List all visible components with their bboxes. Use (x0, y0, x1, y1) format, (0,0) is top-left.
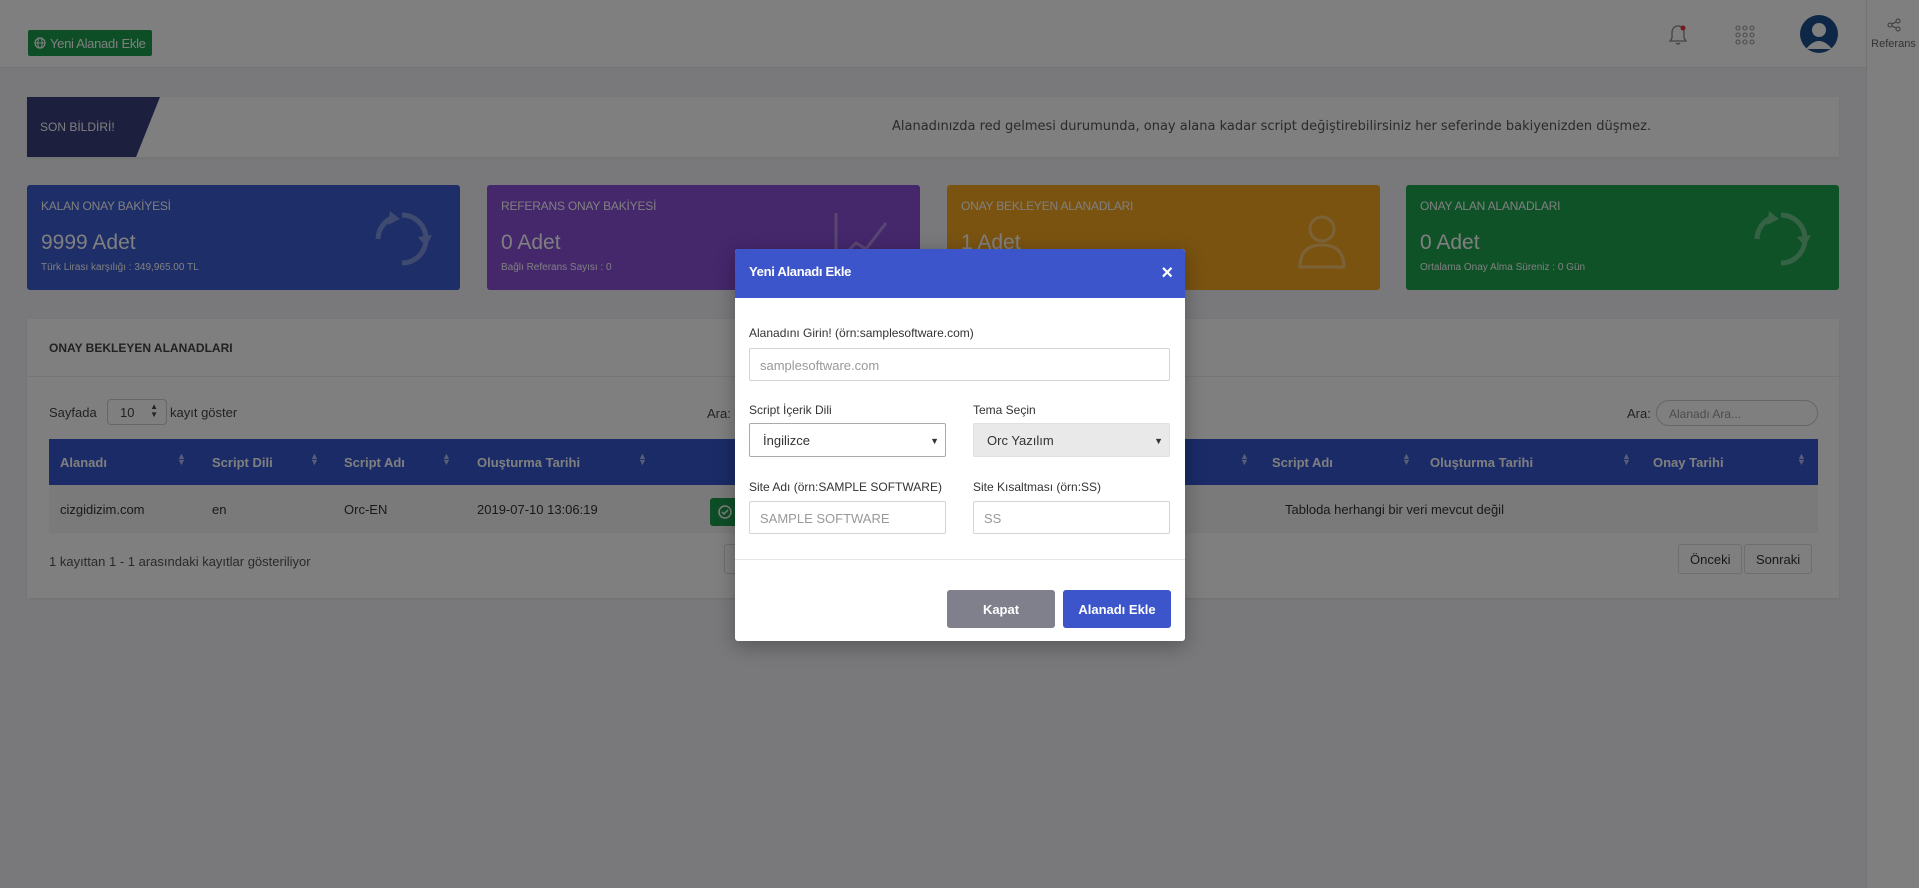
modal-header: Yeni Alanadı Ekle × (735, 249, 1185, 298)
site-abbr-label: Site Kısaltması (örn:SS) (973, 480, 1102, 494)
site-name-label: Site Adı (örn:SAMPLE SOFTWARE) (749, 480, 942, 494)
script-language-label: Script İçerik Dili (749, 403, 832, 417)
script-language-select[interactable]: İngilizce ▼ (749, 423, 946, 457)
domain-label: Alanadını Girin! (örn:samplesoftware.com… (749, 326, 974, 340)
site-abbr-input[interactable]: SS (973, 501, 1170, 534)
caret-down-icon: ▼ (930, 436, 939, 446)
close-button[interactable]: Kapat (947, 590, 1055, 628)
script-language-value: İngilizce (763, 433, 810, 448)
caret-down-icon: ▼ (1154, 436, 1163, 446)
add-domain-submit-button[interactable]: Alanadı Ekle (1063, 590, 1171, 628)
domain-input[interactable]: samplesoftware.com (749, 348, 1170, 381)
modal-title: Yeni Alanadı Ekle (749, 264, 852, 279)
theme-select[interactable]: Orc Yazılım ▼ (973, 423, 1170, 457)
modal-divider (735, 559, 1185, 560)
add-domain-modal: Yeni Alanadı Ekle × Alanadını Girin! (ör… (735, 249, 1185, 641)
site-name-input[interactable]: SAMPLE SOFTWARE (749, 501, 946, 534)
theme-label: Tema Seçin (973, 403, 1036, 417)
theme-value: Orc Yazılım (987, 433, 1054, 448)
close-icon[interactable]: × (1161, 263, 1173, 283)
